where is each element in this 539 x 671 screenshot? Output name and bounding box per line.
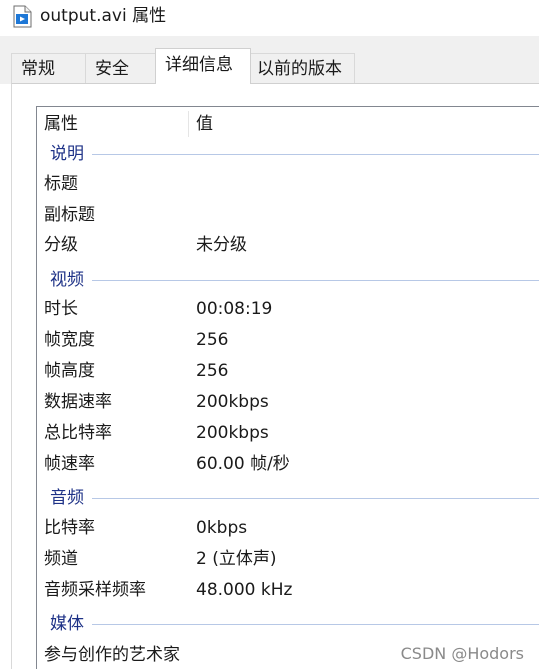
tab-previous-versions[interactable]: 以前的版本: [250, 53, 355, 83]
row-frame-height[interactable]: 帧高度 256: [37, 356, 539, 387]
property-name: 总比特率: [44, 423, 112, 443]
row-audio-bitrate[interactable]: 比特率 0kbps: [37, 513, 539, 544]
video-file-icon: [13, 5, 32, 28]
column-header-property[interactable]: 属性: [44, 107, 184, 141]
property-value: 未分级: [196, 235, 247, 255]
property-value: 200kbps: [196, 423, 269, 443]
column-header-value[interactable]: 值: [196, 107, 496, 141]
row-duration[interactable]: 时长 00:08:19: [37, 294, 539, 325]
tab-previous-versions-label: 以前的版本: [257, 59, 342, 79]
property-value: 256: [196, 361, 229, 381]
property-value: 2 (立体声): [196, 549, 277, 569]
tab-general-label: 常规: [21, 59, 55, 79]
property-name: 比特率: [44, 518, 95, 538]
group-divider-line: [50, 154, 539, 155]
tab-security-label: 安全: [95, 59, 129, 79]
tab-strip: 常规 安全 详细信息 以前的版本: [0, 36, 539, 84]
property-name: 副标题: [44, 205, 95, 225]
property-name: 帧宽度: [44, 330, 95, 350]
column-divider[interactable]: [188, 111, 189, 137]
group-divider-line: [50, 498, 539, 499]
group-audio-label: 音频: [50, 484, 92, 512]
property-value: 00:08:19: [196, 299, 273, 319]
property-value: 200kbps: [196, 392, 269, 412]
property-name: 帧速率: [44, 454, 95, 474]
window-title: output.avi 属性: [40, 6, 167, 26]
tab-details-label: 详细信息: [165, 55, 233, 75]
group-divider-line: [50, 624, 539, 625]
property-name: 帧高度: [44, 361, 95, 381]
group-media-label: 媒体: [50, 610, 92, 638]
property-name: 频道: [44, 549, 78, 569]
tab-security[interactable]: 安全: [85, 53, 156, 83]
row-data-rate[interactable]: 数据速率 200kbps: [37, 387, 539, 418]
tab-general[interactable]: 常规: [11, 53, 86, 83]
property-name: 参与创作的艺术家: [44, 645, 180, 665]
row-rating[interactable]: 分级 未分级: [37, 230, 539, 261]
group-divider-line: [50, 280, 539, 281]
property-name: 数据速率: [44, 392, 112, 412]
row-frame-width[interactable]: 帧宽度 256: [37, 325, 539, 356]
group-description-label: 说明: [50, 140, 92, 168]
property-value: 0kbps: [196, 518, 248, 538]
property-value: 48.000 kHz: [196, 580, 293, 600]
row-sample-rate[interactable]: 音频采样频率 48.000 kHz: [37, 575, 539, 606]
group-video-label: 视频: [50, 266, 92, 294]
row-title[interactable]: 标题: [37, 169, 539, 200]
row-total-bitrate[interactable]: 总比特率 200kbps: [37, 418, 539, 449]
watermark: CSDN @Hodors: [400, 644, 524, 663]
property-name: 分级: [44, 235, 78, 255]
row-frame-rate[interactable]: 帧速率 60.00 帧/秒: [37, 449, 539, 480]
group-media[interactable]: 媒体: [37, 610, 539, 638]
property-value: 60.00 帧/秒: [196, 454, 290, 474]
property-value: 256: [196, 330, 229, 350]
group-video[interactable]: 视频: [37, 266, 539, 294]
property-name: 音频采样频率: [44, 580, 146, 600]
group-audio[interactable]: 音频: [37, 484, 539, 512]
group-description[interactable]: 说明: [37, 140, 539, 168]
title-bar: output.avi 属性: [0, 0, 539, 36]
row-subtitle[interactable]: 副标题: [37, 200, 539, 231]
property-name: 时长: [44, 299, 78, 319]
property-list[interactable]: 属性 值 说明 标题 副标题 分级 未分级 视频 时长 00:08:19 帧宽度…: [36, 106, 539, 669]
property-name: 标题: [44, 174, 78, 194]
tab-details[interactable]: 详细信息: [155, 48, 251, 84]
row-channels[interactable]: 频道 2 (立体声): [37, 544, 539, 575]
